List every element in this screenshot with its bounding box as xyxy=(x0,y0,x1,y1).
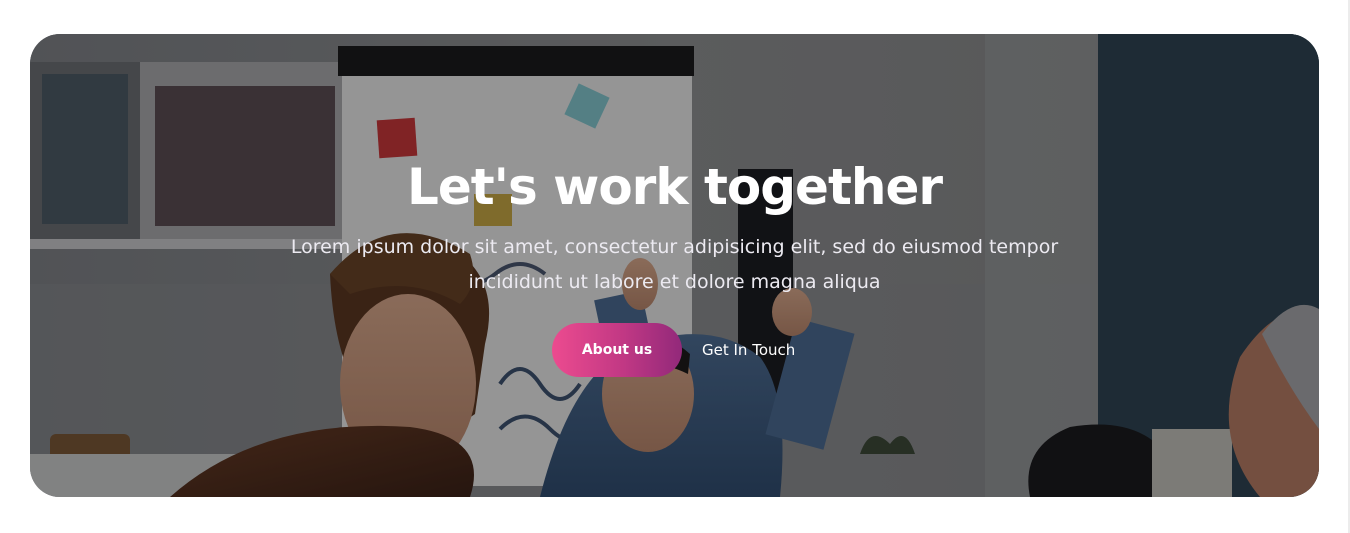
hero-actions: About us Get In Touch xyxy=(552,323,795,377)
page: Let's work together Lorem ipsum dolor si… xyxy=(0,0,1350,533)
hero-title: Let's work together xyxy=(406,158,943,216)
hero-content: Let's work together Lorem ipsum dolor si… xyxy=(30,34,1319,497)
hero-banner: Let's work together Lorem ipsum dolor si… xyxy=(30,34,1319,497)
get-in-touch-button[interactable]: Get In Touch xyxy=(702,323,795,377)
about-us-button[interactable]: About us xyxy=(552,323,682,377)
hero-subtitle: Lorem ipsum dolor sit amet, consectetur … xyxy=(290,236,1059,293)
